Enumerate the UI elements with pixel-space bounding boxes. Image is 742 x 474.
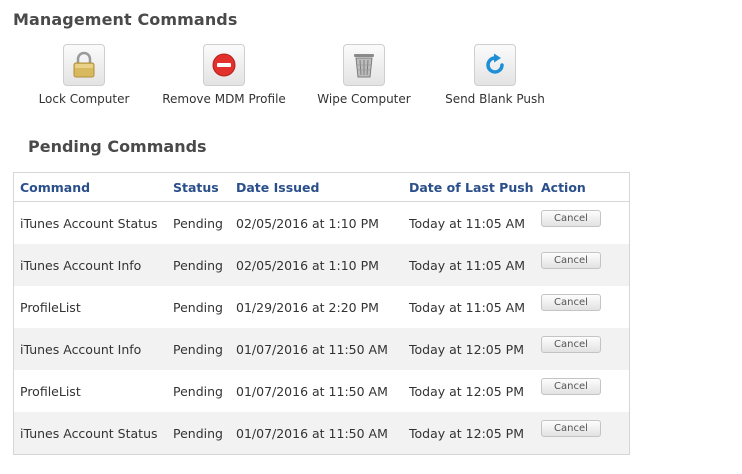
management-commands-title: Management Commands [13, 10, 238, 29]
cancel-button[interactable]: Cancel [541, 209, 601, 227]
cell-last-push: Today at 12:05 PM [403, 412, 535, 454]
remove-mdm-profile-button[interactable]: Remove MDM Profile [149, 44, 299, 106]
cell-command: iTunes Account Info [14, 328, 167, 370]
table-row: iTunes Account Status Pending 02/05/2016… [14, 201, 629, 244]
table-row: iTunes Account Info Pending 02/05/2016 a… [14, 244, 629, 286]
column-header-action: Action [535, 173, 629, 202]
cancel-button[interactable]: Cancel [541, 293, 601, 311]
cancel-button[interactable]: Cancel [541, 335, 601, 353]
cell-status: Pending [167, 201, 230, 244]
management-page: Management Commands Lock Computer Remove… [0, 0, 742, 474]
lock-icon [63, 44, 105, 86]
cell-last-push: Today at 11:05 AM [403, 201, 535, 244]
cell-date-issued: 02/05/2016 at 1:10 PM [230, 201, 403, 244]
cell-date-issued: 02/05/2016 at 1:10 PM [230, 244, 403, 286]
cell-last-push: Today at 11:05 AM [403, 244, 535, 286]
table-row: iTunes Account Info Pending 01/07/2016 a… [14, 328, 629, 370]
cell-command: iTunes Account Status [14, 201, 167, 244]
send-blank-push-button[interactable]: Send Blank Push [420, 44, 570, 106]
cancel-button[interactable]: Cancel [541, 377, 601, 395]
cell-date-issued: 01/07/2016 at 11:50 AM [230, 412, 403, 454]
trash-icon [343, 44, 385, 86]
cell-command: iTunes Account Status [14, 412, 167, 454]
cell-date-issued: 01/07/2016 at 11:50 AM [230, 328, 403, 370]
cancel-button[interactable]: Cancel [541, 419, 601, 437]
lock-computer-button[interactable]: Lock Computer [9, 44, 159, 106]
wipe-computer-button[interactable]: Wipe Computer [289, 44, 439, 106]
cell-action: Cancel [535, 328, 629, 370]
wipe-computer-label: Wipe Computer [317, 92, 411, 106]
cell-date-issued: 01/29/2016 at 2:20 PM [230, 286, 403, 328]
cell-last-push: Today at 12:05 PM [403, 328, 535, 370]
cell-command: iTunes Account Info [14, 244, 167, 286]
cell-status: Pending [167, 244, 230, 286]
table-row: iTunes Account Status Pending 01/07/2016… [14, 412, 629, 454]
table-row: ProfileList Pending 01/29/2016 at 2:20 P… [14, 286, 629, 328]
send-blank-push-label: Send Blank Push [445, 92, 545, 106]
remove-mdm-profile-label: Remove MDM Profile [162, 92, 286, 106]
table-row: ProfileList Pending 01/07/2016 at 11:50 … [14, 370, 629, 412]
cell-status: Pending [167, 370, 230, 412]
no-entry-icon [203, 44, 245, 86]
table-header-row: Command Status Date Issued Date of Last … [14, 173, 629, 202]
refresh-icon [474, 44, 516, 86]
cell-last-push: Today at 11:05 AM [403, 286, 535, 328]
cell-last-push: Today at 12:05 PM [403, 370, 535, 412]
cell-action: Cancel [535, 286, 629, 328]
cell-status: Pending [167, 286, 230, 328]
cell-command: ProfileList [14, 370, 167, 412]
lock-computer-label: Lock Computer [38, 92, 130, 106]
cell-command: ProfileList [14, 286, 167, 328]
cancel-button[interactable]: Cancel [541, 251, 601, 269]
cell-action: Cancel [535, 412, 629, 454]
cell-status: Pending [167, 412, 230, 454]
cell-action: Cancel [535, 201, 629, 244]
cell-action: Cancel [535, 244, 629, 286]
cell-status: Pending [167, 328, 230, 370]
column-header-status[interactable]: Status [167, 173, 230, 202]
column-header-command[interactable]: Command [14, 173, 167, 202]
cell-date-issued: 01/07/2016 at 11:50 AM [230, 370, 403, 412]
pending-commands-title: Pending Commands [28, 137, 207, 156]
pending-commands-table: Command Status Date Issued Date of Last … [13, 172, 630, 455]
column-header-date-last-push[interactable]: Date of Last Push [403, 173, 535, 202]
column-header-date-issued[interactable]: Date Issued [230, 173, 403, 202]
cell-action: Cancel [535, 370, 629, 412]
